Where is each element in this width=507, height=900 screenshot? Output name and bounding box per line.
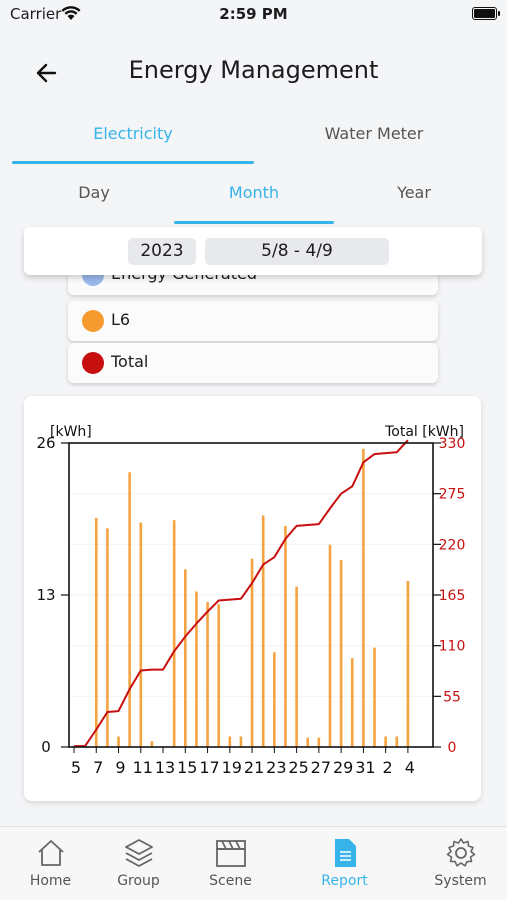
- legend-label: Energy Generated: [111, 275, 257, 283]
- bar-l6: [172, 520, 176, 747]
- layers-icon: [124, 839, 153, 867]
- bar-l6: [217, 604, 220, 747]
- x-tick-label: 2: [383, 758, 393, 777]
- bar-l6: [406, 580, 410, 747]
- gear-icon: [446, 838, 475, 867]
- tab-label: Report: [321, 873, 368, 889]
- chart-card: [kWh] Total [kWh] 26 13 0 330 275 220 165 110 5…: [24, 396, 481, 801]
- left-tick-label: 26: [36, 434, 55, 452]
- left-tick-label: 0: [41, 738, 51, 756]
- x-tick-label: 13: [155, 758, 175, 777]
- right-tick-label: 110: [439, 639, 466, 655]
- bar-l6: [373, 647, 376, 747]
- clapperboard-icon: [215, 840, 246, 867]
- x-tick-label: 7: [93, 758, 103, 777]
- bar-l6: [273, 652, 276, 747]
- bar-l6: [250, 558, 254, 747]
- period-tabs: Day Month Year: [14, 170, 494, 224]
- x-tick-label: 17: [199, 758, 219, 777]
- x-tick-label: 31: [355, 758, 375, 777]
- line-total: [74, 439, 409, 748]
- year-picker[interactable]: 2023: [128, 238, 196, 265]
- report-icon: [334, 839, 356, 867]
- bar-l6: [139, 522, 143, 747]
- x-tick-label: 11: [133, 758, 153, 777]
- legend-list[interactable]: Energy Generated L6 Total: [60, 275, 444, 387]
- x-tick-label: 5: [71, 758, 81, 777]
- legend-dot: [82, 310, 104, 332]
- bar-l6: [228, 736, 232, 747]
- energy-chart: [kWh] Total [kWh] 26130 3302752201651105…: [36, 424, 466, 777]
- battery-icon: [472, 7, 500, 20]
- x-tick-label: 29: [333, 758, 353, 777]
- tab-water-meter[interactable]: Water Meter: [253, 112, 495, 164]
- bar-l6: [94, 517, 98, 747]
- tab-group[interactable]: Group: [88, 837, 189, 897]
- tab-label: Group: [117, 873, 160, 889]
- x-tick-label: 19: [222, 758, 242, 777]
- bar-l6: [328, 544, 332, 747]
- right-tick-label: 0: [448, 740, 457, 756]
- bar-l6: [395, 736, 399, 747]
- bar-l6: [306, 737, 310, 747]
- right-tick-label: 275: [439, 487, 466, 503]
- bar-l6: [384, 736, 387, 747]
- date-range-picker[interactable]: 5/8 - 4/9: [205, 238, 389, 265]
- bar-l6: [117, 736, 120, 747]
- legend-label: L6: [111, 310, 131, 329]
- legend-item-total[interactable]: Total: [68, 343, 438, 383]
- x-tick-label: 23: [266, 758, 286, 777]
- bar-l6: [350, 658, 354, 747]
- tab-label: Home: [29, 873, 72, 889]
- x-tick-label: 21: [244, 758, 264, 777]
- x-tick-label: 27: [311, 758, 331, 777]
- tab-home[interactable]: Home: [0, 837, 101, 897]
- bar-l6: [317, 737, 321, 747]
- tab-scene[interactable]: Scene: [180, 837, 281, 897]
- left-axis-label: [kWh]: [50, 424, 92, 440]
- x-tick-label: 25: [288, 758, 308, 777]
- bar-l6: [261, 515, 265, 747]
- bar-l6: [206, 602, 209, 747]
- right-tick-label: 165: [439, 588, 466, 604]
- bar-l6: [295, 586, 298, 747]
- tab-system[interactable]: System: [410, 837, 507, 897]
- header: Energy Management: [0, 40, 507, 104]
- bar-l6: [362, 448, 365, 747]
- tab-year[interactable]: Year: [334, 170, 494, 224]
- legend-dot: [82, 352, 104, 374]
- tab-report[interactable]: Report: [294, 837, 395, 897]
- bar-l6: [339, 559, 343, 747]
- tab-label: System: [434, 873, 487, 889]
- tab-electricity[interactable]: Electricity: [12, 112, 254, 164]
- status-bar: Carrier 2:59 PM: [0, 0, 507, 30]
- bottom-tab-bar: Home Group Scene Report System: [0, 826, 507, 900]
- bar-l6: [239, 736, 243, 747]
- legend-item-energy-generated[interactable]: Energy Generated: [68, 275, 438, 295]
- legend-dot: [82, 275, 104, 286]
- date-selector: 2023 5/8 - 4/9: [24, 227, 482, 275]
- home-icon: [37, 840, 64, 866]
- x-tick-label: 15: [177, 758, 197, 777]
- x-tick-label: 9: [115, 758, 125, 777]
- tab-month[interactable]: Month: [174, 170, 334, 224]
- meter-tabs: Electricity Water Meter: [12, 112, 495, 164]
- left-tick-label: 13: [36, 586, 55, 604]
- tab-day[interactable]: Day: [14, 170, 174, 224]
- right-tick-label: 330: [439, 436, 466, 452]
- bar-l6: [284, 526, 287, 747]
- legend-item-l6[interactable]: L6: [68, 301, 438, 341]
- page-title: Energy Management: [128, 56, 379, 84]
- tab-label: Scene: [209, 873, 252, 889]
- right-tick-label: 220: [439, 537, 466, 553]
- bar-l6: [195, 591, 198, 747]
- right-tick-label: 55: [443, 689, 461, 705]
- bar-l6: [184, 569, 187, 747]
- legend-label: Total: [111, 352, 149, 371]
- bar-l6: [128, 472, 131, 747]
- status-time: 2:59 PM: [219, 5, 288, 23]
- bar-l6: [150, 741, 154, 747]
- x-tick-label: 4: [405, 758, 415, 777]
